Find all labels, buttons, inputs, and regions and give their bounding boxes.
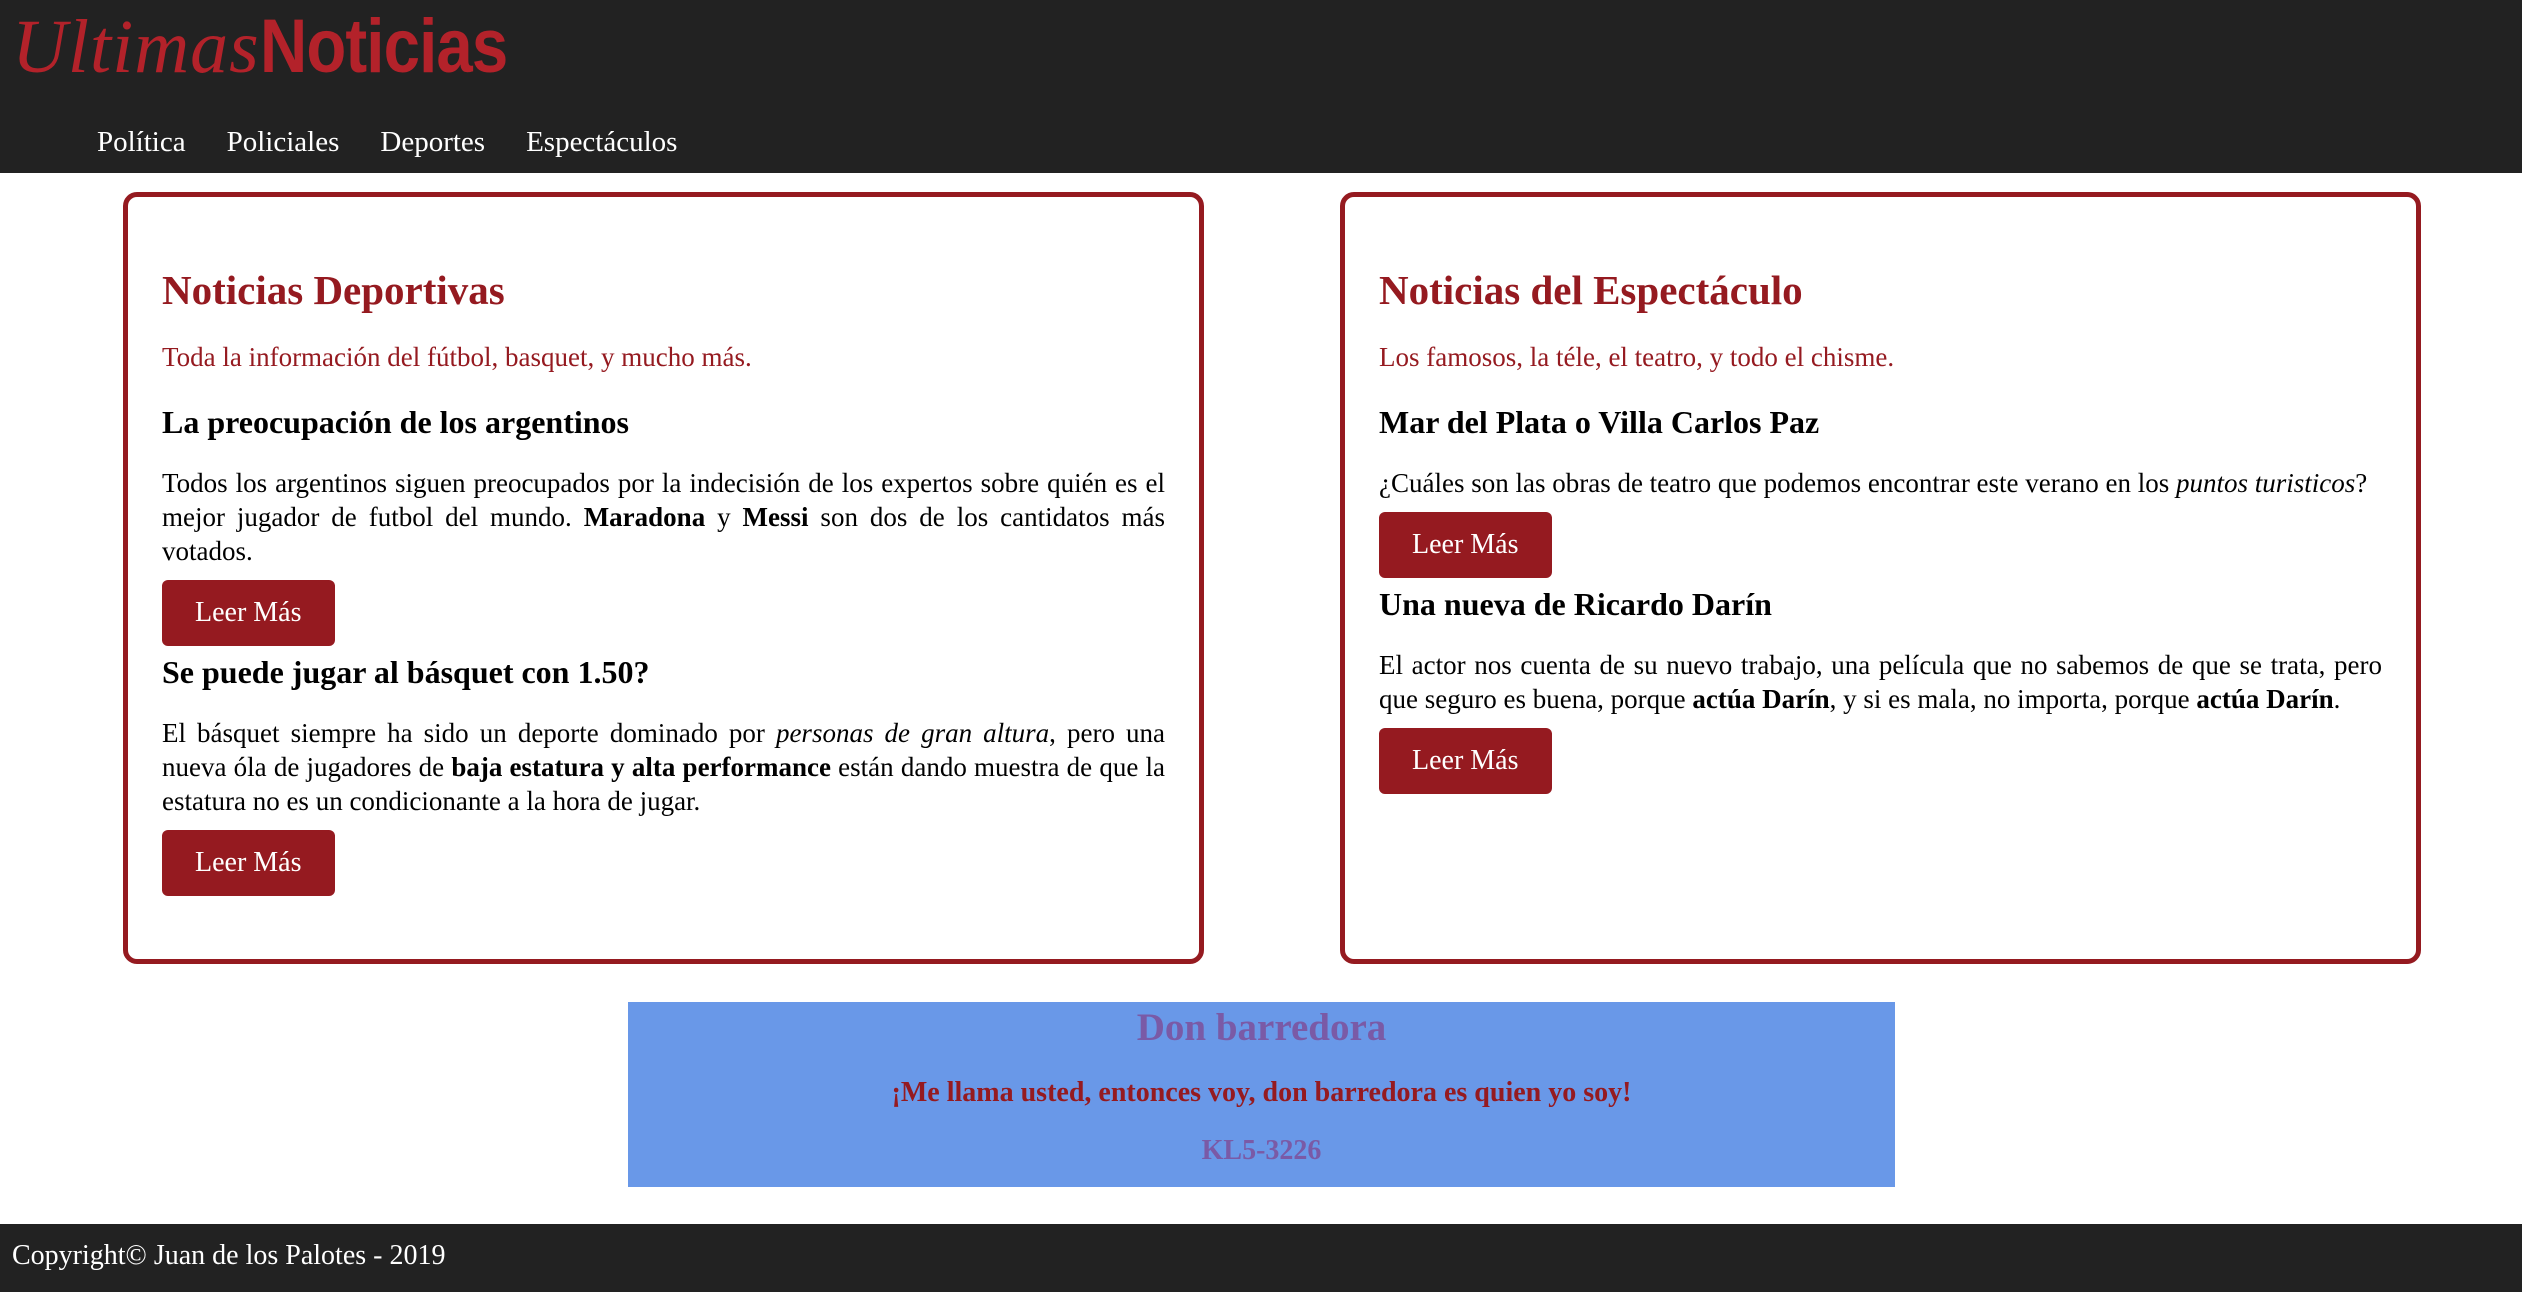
ad-phone: KL5-3226 <box>1201 1135 1322 1166</box>
emphasis-bold: Messi <box>742 502 809 532</box>
site-logo[interactable]: UltimasNoticias <box>12 4 547 90</box>
read-more-button[interactable]: Leer Más <box>1379 728 1552 794</box>
article-title: Se puede jugar al básquet con 1.50? <box>162 654 650 690</box>
site-footer: Copyright© Juan de los Palotes - 2019 <box>0 1224 2522 1292</box>
section-subtitle: Toda la información del fútbol, basquet,… <box>162 342 752 372</box>
nav-item-deportes[interactable]: Deportes <box>380 118 485 166</box>
text-run: ? <box>2355 468 2368 498</box>
section-title: Noticias Deportivas <box>162 267 505 313</box>
article-body: El básquet siempre ha sido un deporte do… <box>162 716 1165 818</box>
logo-bold-text: Noticias <box>259 4 508 89</box>
emphasis-bold: baja estatura y alta performance <box>451 752 831 782</box>
nav-item-policiales[interactable]: Policiales <box>227 118 340 166</box>
text-run: y <box>705 502 743 532</box>
emphasis-italic: puntos turisticos <box>2176 468 2356 498</box>
entertainment-news-card: Noticias del Espectáculo Los famosos, la… <box>1340 192 2421 964</box>
article-title: Mar del Plata o Villa Carlos Paz <box>1379 404 1820 440</box>
ad-slogan: ¡Me llama usted, entonces voy, don barre… <box>891 1077 1632 1108</box>
read-more-button[interactable]: Leer Más <box>162 830 335 896</box>
text-run: . <box>2333 684 2341 714</box>
text-run: El básquet siempre ha sido un deporte do… <box>162 718 776 748</box>
emphasis-bold: Maradona <box>583 502 706 532</box>
ad-title: Don barredora <box>1136 1006 1387 1049</box>
section-subtitle: Los famosos, la téle, el teatro, y todo … <box>1379 342 1895 372</box>
article-body: Todos los argentinos siguen preocupados … <box>162 466 1165 568</box>
section-title: Noticias del Espectáculo <box>1379 267 1803 313</box>
emphasis-bold: actúa Darín <box>1692 684 1830 714</box>
advertisement-banner[interactable]: Don barredora ¡Me llama usted, entonces … <box>628 1002 1895 1187</box>
site-header: UltimasNoticias Política Policiales Depo… <box>0 0 2522 173</box>
article-title: Una nueva de Ricardo Darín <box>1379 586 1772 622</box>
logo-script-text: Ultimas <box>12 5 260 89</box>
text-run: , y si es mala, no importa, porque <box>1829 684 2197 714</box>
copyright-text: Copyright© Juan de los Palotes - 2019 <box>12 1240 446 1271</box>
nav-item-espectaculos[interactable]: Espectáculos <box>526 118 677 166</box>
emphasis-bold: actúa Darín <box>2196 684 2334 714</box>
emphasis-italic: personas de gran altura <box>775 718 1050 748</box>
article-title: La preocupación de los argentinos <box>162 404 629 440</box>
nav-item-politica[interactable]: Política <box>97 118 186 166</box>
article-body: El actor nos cuenta de su nuevo trabajo,… <box>1379 648 2382 716</box>
sports-news-card: Noticias Deportivas Toda la información … <box>123 192 1204 964</box>
read-more-button[interactable]: Leer Más <box>1379 512 1552 578</box>
text-run: ¿Cuáles son las obras de teatro que pode… <box>1379 468 2176 498</box>
read-more-button[interactable]: Leer Más <box>162 580 335 646</box>
article-body: ¿Cuáles son las obras de teatro que pode… <box>1379 466 2382 500</box>
main-nav: Política Policiales Deportes Espectáculo… <box>97 118 718 166</box>
